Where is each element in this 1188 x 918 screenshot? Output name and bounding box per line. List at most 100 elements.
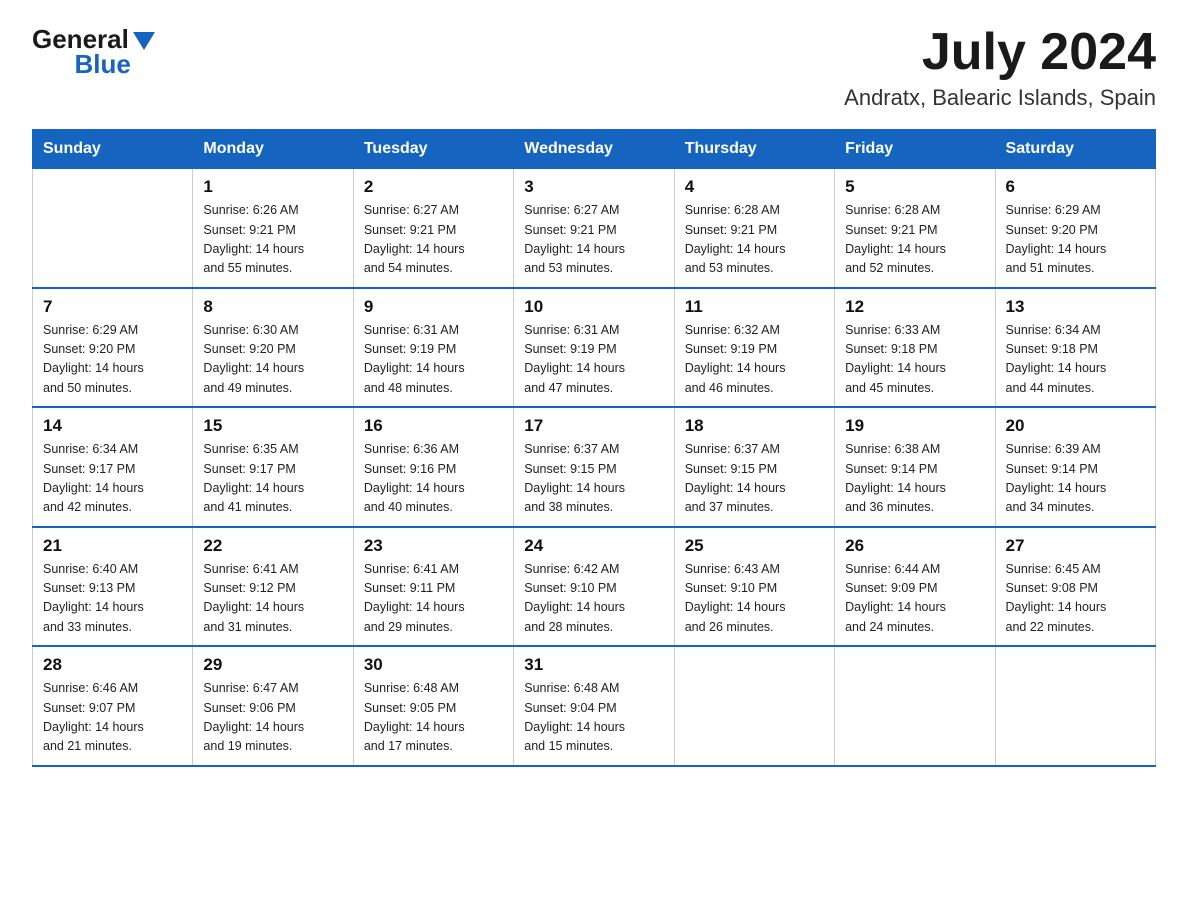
day-number: 28 [43,655,182,675]
day-number: 15 [203,416,342,436]
day-info: Sunrise: 6:37 AM Sunset: 9:15 PM Dayligh… [685,440,824,518]
location-title: Andratx, Balearic Islands, Spain [844,85,1156,111]
day-info: Sunrise: 6:45 AM Sunset: 9:08 PM Dayligh… [1006,560,1145,638]
calendar-day-5: 5 Sunrise: 6:28 AM Sunset: 9:21 PM Daylig… [835,169,995,288]
day-number: 18 [685,416,824,436]
day-info: Sunrise: 6:27 AM Sunset: 9:21 PM Dayligh… [364,201,503,279]
calendar-day-10: 10 Sunrise: 6:31 AM Sunset: 9:19 PM Dayli… [514,288,674,408]
calendar-empty-cell [33,169,193,288]
col-header-wednesday: Wednesday [514,130,674,169]
calendar-day-21: 21 Sunrise: 6:40 AM Sunset: 9:13 PM Dayli… [33,527,193,647]
day-info: Sunrise: 6:41 AM Sunset: 9:12 PM Dayligh… [203,560,342,638]
day-info: Sunrise: 6:26 AM Sunset: 9:21 PM Dayligh… [203,201,342,279]
day-number: 3 [524,177,663,197]
calendar-day-6: 6 Sunrise: 6:29 AM Sunset: 9:20 PM Daylig… [995,169,1155,288]
day-info: Sunrise: 6:37 AM Sunset: 9:15 PM Dayligh… [524,440,663,518]
calendar-empty-cell [674,646,834,766]
col-header-monday: Monday [193,130,353,169]
day-info: Sunrise: 6:39 AM Sunset: 9:14 PM Dayligh… [1006,440,1145,518]
day-number: 23 [364,536,503,556]
day-number: 14 [43,416,182,436]
calendar-day-31: 31 Sunrise: 6:48 AM Sunset: 9:04 PM Dayli… [514,646,674,766]
day-info: Sunrise: 6:40 AM Sunset: 9:13 PM Dayligh… [43,560,182,638]
col-header-thursday: Thursday [674,130,834,169]
day-number: 7 [43,297,182,317]
day-number: 2 [364,177,503,197]
day-info: Sunrise: 6:34 AM Sunset: 9:17 PM Dayligh… [43,440,182,518]
day-number: 10 [524,297,663,317]
day-number: 27 [1006,536,1145,556]
day-info: Sunrise: 6:28 AM Sunset: 9:21 PM Dayligh… [845,201,984,279]
calendar-day-26: 26 Sunrise: 6:44 AM Sunset: 9:09 PM Dayli… [835,527,995,647]
day-info: Sunrise: 6:31 AM Sunset: 9:19 PM Dayligh… [524,321,663,399]
day-number: 1 [203,177,342,197]
day-info: Sunrise: 6:29 AM Sunset: 9:20 PM Dayligh… [43,321,182,399]
day-info: Sunrise: 6:47 AM Sunset: 9:06 PM Dayligh… [203,679,342,757]
day-info: Sunrise: 6:43 AM Sunset: 9:10 PM Dayligh… [685,560,824,638]
col-header-saturday: Saturday [995,130,1155,169]
day-info: Sunrise: 6:34 AM Sunset: 9:18 PM Dayligh… [1006,321,1145,399]
day-number: 22 [203,536,342,556]
day-number: 8 [203,297,342,317]
day-info: Sunrise: 6:44 AM Sunset: 9:09 PM Dayligh… [845,560,984,638]
calendar-day-25: 25 Sunrise: 6:43 AM Sunset: 9:10 PM Dayli… [674,527,834,647]
calendar-day-7: 7 Sunrise: 6:29 AM Sunset: 9:20 PM Daylig… [33,288,193,408]
day-number: 21 [43,536,182,556]
day-number: 25 [685,536,824,556]
calendar-empty-cell [995,646,1155,766]
calendar-day-20: 20Sunrise: 6:39 AM Sunset: 9:14 PM Dayli… [995,407,1155,527]
calendar-day-30: 30 Sunrise: 6:48 AM Sunset: 9:05 PM Dayli… [353,646,513,766]
calendar-day-8: 8Sunrise: 6:30 AM Sunset: 9:20 PM Daylig… [193,288,353,408]
calendar-day-19: 19 Sunrise: 6:38 AM Sunset: 9:14 PM Dayli… [835,407,995,527]
calendar-header-row: SundayMondayTuesdayWednesdayThursdayFrid… [33,130,1156,169]
day-number: 30 [364,655,503,675]
day-number: 19 [845,416,984,436]
calendar-day-13: 13 Sunrise: 6:34 AM Sunset: 9:18 PM Dayli… [995,288,1155,408]
day-number: 16 [364,416,503,436]
day-number: 5 [845,177,984,197]
day-info: Sunrise: 6:29 AM Sunset: 9:20 PM Dayligh… [1006,201,1145,279]
day-number: 9 [364,297,503,317]
calendar-week-row: 21 Sunrise: 6:40 AM Sunset: 9:13 PM Dayli… [33,527,1156,647]
day-info: Sunrise: 6:28 AM Sunset: 9:21 PM Dayligh… [685,201,824,279]
calendar-day-4: 4 Sunrise: 6:28 AM Sunset: 9:21 PM Daylig… [674,169,834,288]
calendar-day-12: 12Sunrise: 6:33 AM Sunset: 9:18 PM Dayli… [835,288,995,408]
day-number: 4 [685,177,824,197]
day-number: 31 [524,655,663,675]
logo: General Blue [32,24,155,80]
col-header-tuesday: Tuesday [353,130,513,169]
calendar-day-18: 18 Sunrise: 6:37 AM Sunset: 9:15 PM Dayli… [674,407,834,527]
day-info: Sunrise: 6:48 AM Sunset: 9:04 PM Dayligh… [524,679,663,757]
calendar-week-row: 7 Sunrise: 6:29 AM Sunset: 9:20 PM Daylig… [33,288,1156,408]
calendar-empty-cell [835,646,995,766]
col-header-friday: Friday [835,130,995,169]
page-header: General Blue July 2024 Andratx, Balearic… [32,24,1156,111]
calendar-week-row: 14 Sunrise: 6:34 AM Sunset: 9:17 PM Dayli… [33,407,1156,527]
calendar-day-27: 27 Sunrise: 6:45 AM Sunset: 9:08 PM Dayli… [995,527,1155,647]
day-number: 12 [845,297,984,317]
calendar-week-row: 28 Sunrise: 6:46 AM Sunset: 9:07 PM Dayli… [33,646,1156,766]
day-number: 13 [1006,297,1145,317]
day-number: 6 [1006,177,1145,197]
calendar-day-23: 23 Sunrise: 6:41 AM Sunset: 9:11 PM Dayli… [353,527,513,647]
day-info: Sunrise: 6:48 AM Sunset: 9:05 PM Dayligh… [364,679,503,757]
calendar-day-15: 15 Sunrise: 6:35 AM Sunset: 9:17 PM Dayli… [193,407,353,527]
day-info: Sunrise: 6:31 AM Sunset: 9:19 PM Dayligh… [364,321,503,399]
calendar-day-2: 2 Sunrise: 6:27 AM Sunset: 9:21 PM Daylig… [353,169,513,288]
day-info: Sunrise: 6:38 AM Sunset: 9:14 PM Dayligh… [845,440,984,518]
calendar-day-28: 28 Sunrise: 6:46 AM Sunset: 9:07 PM Dayli… [33,646,193,766]
day-info: Sunrise: 6:32 AM Sunset: 9:19 PM Dayligh… [685,321,824,399]
day-info: Sunrise: 6:46 AM Sunset: 9:07 PM Dayligh… [43,679,182,757]
day-number: 26 [845,536,984,556]
logo-text-blue: Blue [74,49,130,80]
calendar-day-1: 1 Sunrise: 6:26 AM Sunset: 9:21 PM Daylig… [193,169,353,288]
calendar-day-29: 29Sunrise: 6:47 AM Sunset: 9:06 PM Dayli… [193,646,353,766]
day-info: Sunrise: 6:41 AM Sunset: 9:11 PM Dayligh… [364,560,503,638]
logo-arrow-icon [133,32,155,50]
calendar-day-22: 22 Sunrise: 6:41 AM Sunset: 9:12 PM Dayli… [193,527,353,647]
calendar-week-row: 1 Sunrise: 6:26 AM Sunset: 9:21 PM Daylig… [33,169,1156,288]
calendar-day-3: 3Sunrise: 6:27 AM Sunset: 9:21 PM Daylig… [514,169,674,288]
calendar-day-17: 17Sunrise: 6:37 AM Sunset: 9:15 PM Dayli… [514,407,674,527]
day-info: Sunrise: 6:35 AM Sunset: 9:17 PM Dayligh… [203,440,342,518]
month-title: July 2024 [844,24,1156,81]
